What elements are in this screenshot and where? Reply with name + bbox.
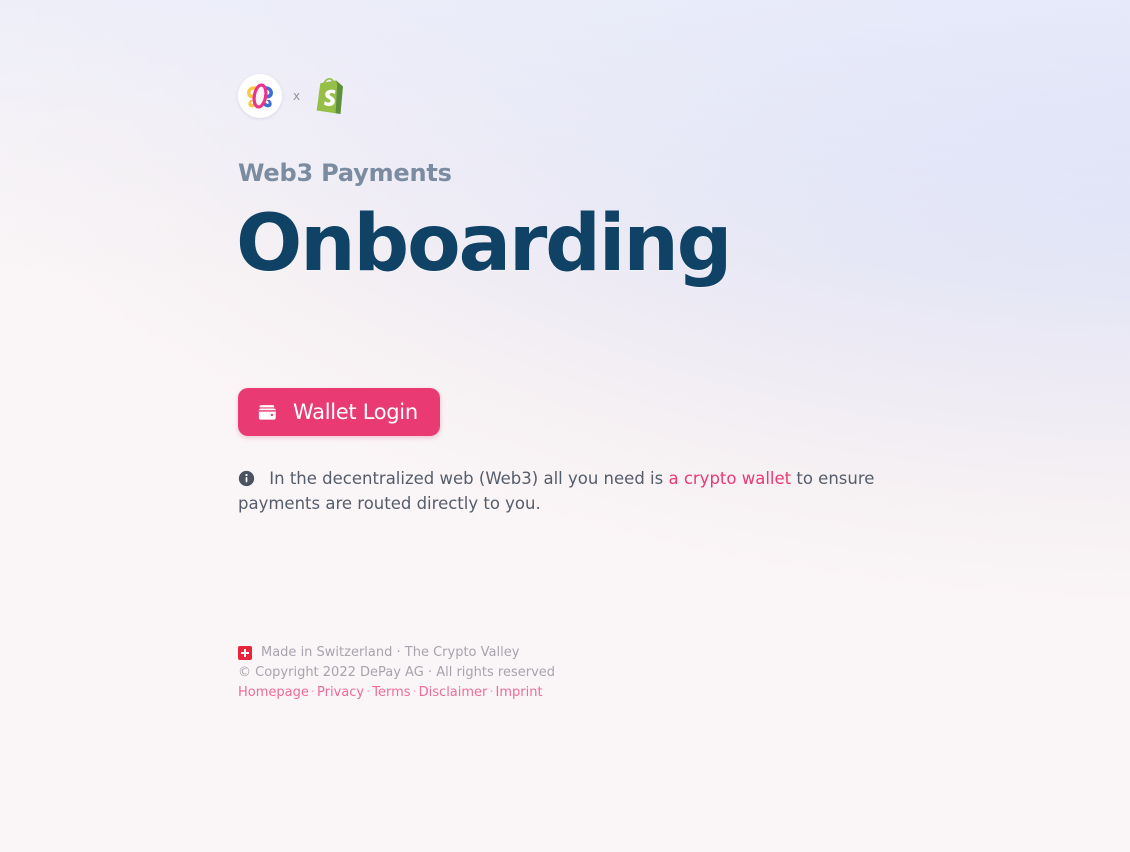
info-note: In the decentralized web (Web3) all you …: [238, 466, 898, 516]
depay-logo-icon: [243, 79, 277, 113]
footer-made-in-text: Made in Switzerland · The Crypto Valley: [261, 645, 520, 660]
wallet-login-button[interactable]: Wallet Login: [238, 388, 440, 436]
swiss-flag-icon: [238, 646, 252, 660]
page-title: Onboarding: [236, 199, 732, 289]
onboarding-page: x Web3 Payments Onboarding Wallet Login …: [0, 0, 1130, 852]
footer-separator-3: ·: [412, 685, 417, 700]
footer-link-disclaimer[interactable]: Disclaimer: [419, 683, 488, 703]
wallet-login-label: Wallet Login: [293, 400, 418, 424]
footer-made-in-line: Made in Switzerland · The Crypto Valley: [238, 643, 555, 663]
crypto-wallet-link[interactable]: a crypto wallet: [668, 469, 791, 488]
footer-separator-1: ·: [310, 685, 315, 700]
depay-logo-badge: [238, 74, 282, 118]
wallet-icon: [256, 401, 279, 424]
page-footer: Made in Switzerland · The Crypto Valley …: [238, 643, 555, 703]
info-circle-icon: [238, 469, 269, 488]
info-text-before: In the decentralized web (Web3) all you …: [269, 469, 669, 488]
logo-separator-x: x: [293, 89, 301, 103]
page-eyebrow: Web3 Payments: [238, 159, 452, 187]
footer-link-terms[interactable]: Terms: [372, 683, 410, 703]
footer-copyright: © Copyright 2022 DePay AG · All rights r…: [238, 665, 556, 680]
footer-links: Homepage · Privacy · Terms · Disclaimer …: [238, 683, 555, 703]
footer-link-imprint[interactable]: Imprint: [496, 683, 543, 703]
footer-separator-4: ·: [489, 685, 494, 700]
footer-link-privacy[interactable]: Privacy: [317, 683, 364, 703]
footer-separator-2: ·: [366, 685, 371, 700]
brand-logo-row: x: [238, 74, 349, 118]
shopify-bag-icon: [311, 75, 349, 117]
footer-link-homepage[interactable]: Homepage: [238, 683, 309, 703]
